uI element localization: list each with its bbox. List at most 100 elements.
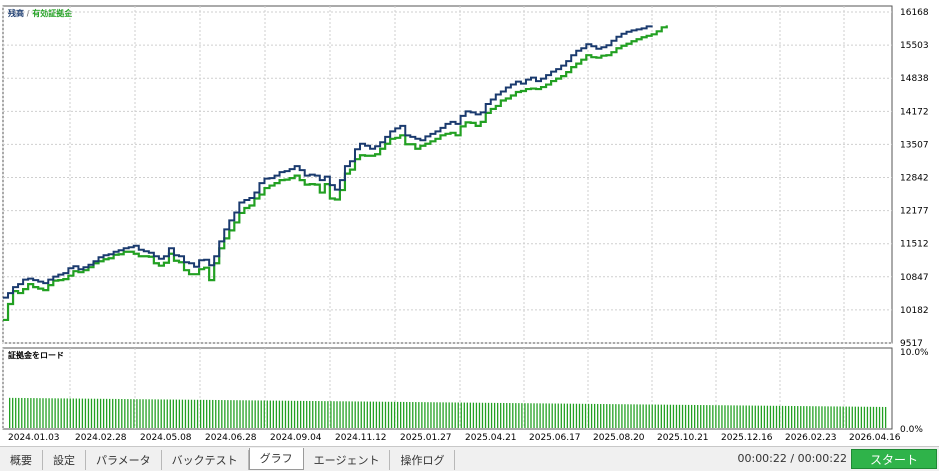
load-bar [202, 399, 205, 428]
load-bar [293, 400, 296, 428]
tab-0[interactable]: 概要 [0, 449, 43, 470]
x-tick-7: 2025.04.21 [465, 433, 517, 443]
load-bar [687, 404, 690, 428]
load-bar [12, 397, 14, 428]
load-bar [484, 402, 487, 428]
load-bar [190, 399, 193, 428]
load-bar [615, 404, 617, 428]
load-bar [366, 401, 368, 428]
load-bar [794, 406, 796, 428]
load-bar [160, 399, 162, 428]
load-bar [105, 398, 108, 428]
load-bar [333, 401, 335, 428]
load-bar [403, 401, 405, 428]
load-bar [797, 406, 799, 428]
load-bar [642, 404, 644, 428]
load-bar [884, 406, 887, 428]
load-bar [139, 399, 141, 428]
load-bar [500, 402, 502, 428]
load-bar [557, 403, 559, 428]
x-tick-2: 2024.05.08 [140, 433, 192, 443]
load-bar [621, 404, 623, 428]
load-bar [42, 398, 44, 428]
load-bar [496, 402, 499, 428]
load-bar [260, 400, 262, 428]
load-bar [18, 397, 20, 428]
load-bar [330, 401, 332, 428]
load-bar [184, 399, 187, 428]
load-bar [578, 403, 581, 428]
load-bar [681, 404, 684, 428]
load-bar [312, 400, 314, 428]
load-bar [751, 405, 753, 428]
load-bar [669, 404, 672, 428]
load-bar [384, 401, 387, 428]
load-bar [530, 403, 532, 428]
load-bar [590, 403, 593, 428]
load-bar [818, 406, 820, 428]
load-bar [639, 404, 641, 428]
load-bar [299, 400, 302, 428]
load-bar [96, 398, 99, 428]
load-bar [842, 406, 844, 428]
load-bar [36, 398, 38, 428]
load-bar [181, 399, 184, 428]
load-bar [102, 398, 105, 428]
load-bar [709, 405, 711, 428]
load-bar [163, 399, 165, 428]
tab-1[interactable]: 設定 [43, 449, 86, 470]
load-bar [715, 405, 717, 428]
x-tick-12: 2026.02.23 [785, 433, 837, 443]
load-bar [254, 400, 256, 428]
elapsed-timer: 00:00:22 / 00:00:22 [737, 452, 847, 465]
tab-2[interactable]: パラメータ [86, 449, 162, 470]
load-bar [851, 406, 853, 428]
load-bar [315, 401, 317, 428]
load-bar [833, 406, 835, 428]
load-bar [730, 405, 732, 428]
load-bar [748, 405, 750, 428]
load-bar [648, 404, 650, 428]
load-bar [266, 400, 268, 428]
x-tick-0: 2024.01.03 [8, 433, 60, 443]
load-bar [69, 398, 71, 428]
load-bar [15, 397, 17, 428]
load-bar [512, 403, 514, 428]
load-bar [81, 398, 84, 428]
load-bar [109, 398, 111, 428]
load-bar [400, 401, 402, 428]
load-bar [791, 405, 793, 428]
load-bar [224, 400, 226, 428]
load-bar [724, 405, 726, 428]
load-bar [521, 403, 523, 428]
load-bar [481, 402, 484, 428]
load-bar [430, 402, 432, 428]
load-bar [318, 401, 320, 428]
load-bar [742, 405, 744, 428]
load-bar [839, 406, 841, 428]
tab-6[interactable]: 操作ログ [390, 449, 456, 470]
load-bar [769, 405, 772, 428]
load-bar [424, 402, 426, 428]
load-bar [518, 403, 520, 428]
load-bar [712, 405, 714, 428]
load-bar [612, 404, 614, 428]
load-bar [830, 406, 832, 428]
load-bar [93, 398, 96, 428]
load-bar [218, 400, 220, 428]
tab-5[interactable]: エージェント [304, 449, 391, 470]
start-button[interactable]: スタート [851, 449, 937, 469]
load-bar [130, 399, 132, 428]
load-bar [269, 400, 271, 428]
load-bar [75, 398, 77, 428]
load-bar [860, 406, 863, 428]
y-tick-2: 10847 [900, 273, 929, 283]
tab-list: 概要 設定 パラメータ バックテスト グラフ エージェント 操作ログ [0, 447, 456, 471]
tab-4[interactable]: グラフ [248, 447, 304, 470]
load-bar [733, 405, 735, 428]
load-bar [360, 401, 362, 428]
load-bar [275, 400, 278, 428]
x-tick-3: 2024.06.28 [205, 433, 257, 443]
tab-3[interactable]: バックテスト [162, 449, 249, 470]
load-bar [339, 401, 341, 428]
